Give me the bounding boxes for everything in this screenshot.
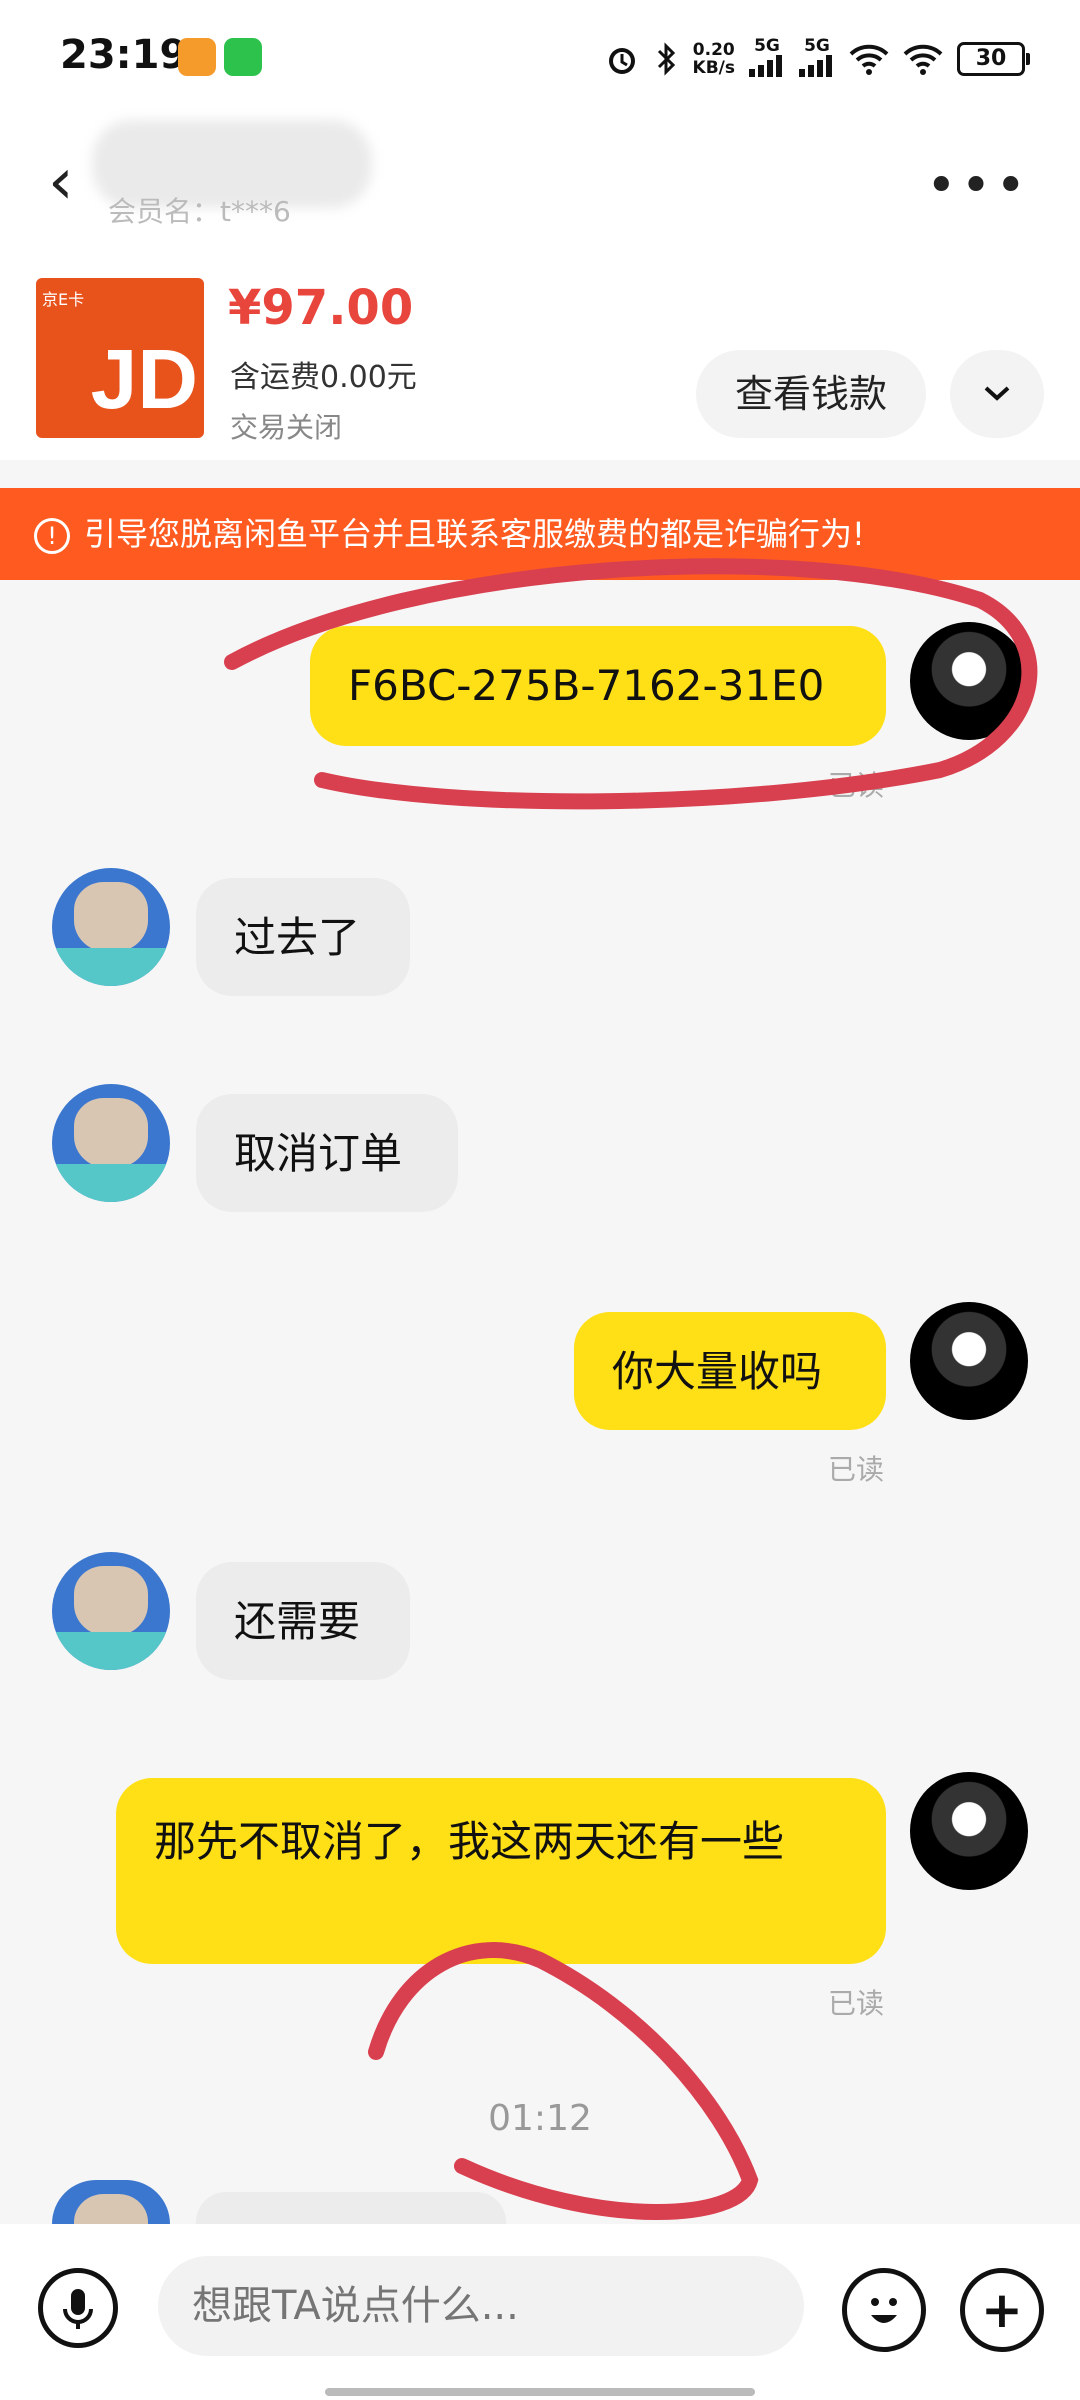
annotation-curve	[368, 1942, 759, 2220]
fraud-warning-banner: ! 引导您脱离闲鱼平台并且联系客服缴费的都是诈骗行为!	[0, 488, 1080, 580]
home-indicator[interactable]	[325, 2388, 755, 2396]
message-bubble-them[interactable]: 取消订单	[196, 1094, 458, 1212]
network-speed: 0.20 KB/s	[692, 40, 735, 78]
chat-header: ‹ 会员名：t***6 ••• 京E卡 JD ¥97.00 含运费0.00元 交…	[0, 120, 1080, 460]
shipping-info: 含运费0.00元	[230, 360, 417, 395]
signal-5g-1: 5G	[749, 37, 785, 81]
my-avatar[interactable]	[910, 622, 1028, 740]
product-image[interactable]: 京E卡 JD	[36, 278, 204, 438]
my-avatar[interactable]	[910, 1772, 1028, 1890]
emoji-icon[interactable]	[842, 2268, 926, 2352]
read-receipt: 已读	[828, 1453, 885, 1486]
alarm-icon	[608, 48, 635, 74]
product-image-tag: 京E卡	[42, 290, 85, 309]
app-notification-icon	[178, 38, 216, 76]
message-bubble-me[interactable]: F6BC-275B-7162-31E0	[310, 626, 886, 746]
message-input[interactable]	[158, 2256, 804, 2356]
wifi-icon-2	[903, 44, 943, 75]
chevron-left-icon[interactable]: ‹	[48, 150, 74, 214]
contact-avatar[interactable]	[52, 2180, 170, 2224]
message-input-bar: +	[0, 2224, 1080, 2400]
status-icons: 0.20 KB/s 5G 5G 30	[603, 34, 1030, 84]
product-price: ¥97.00	[228, 280, 414, 336]
message-timestamp: 01:12	[488, 2098, 592, 2139]
contact-avatar[interactable]	[52, 868, 170, 986]
plus-icon[interactable]: +	[960, 2268, 1044, 2352]
warning-icon: !	[34, 518, 70, 554]
read-receipt: 已读	[828, 769, 885, 802]
clock: 23:19	[60, 32, 188, 78]
wifi-icon	[849, 44, 889, 75]
view-payment-button[interactable]: 查看钱款	[696, 350, 926, 438]
wechat-icon	[224, 38, 262, 76]
message-bubble-me[interactable]: 你大量收吗	[574, 1312, 886, 1430]
warning-text: 引导您脱离闲鱼平台并且联系客服缴费的都是诈骗行为!	[84, 515, 865, 553]
message-bubble-them[interactable]: 过去了	[196, 878, 410, 996]
product-image-logo: JD	[90, 332, 198, 426]
message-bubble-me[interactable]: 那先不取消了，我这两天还有一些	[116, 1778, 886, 1964]
battery-indicator: 30	[957, 42, 1030, 76]
contact-avatar[interactable]	[52, 1084, 170, 1202]
my-avatar[interactable]	[910, 1302, 1028, 1420]
status-bar: 23:19 0.20 KB/s 5G 5G 30	[0, 0, 1080, 120]
chevron-down-icon[interactable]	[950, 350, 1044, 438]
order-status: 交易关闭	[230, 411, 343, 444]
bluetooth-icon	[657, 42, 675, 76]
member-name: 会员名：t***6	[108, 195, 291, 228]
message-bubble-them[interactable]: 还需要	[196, 1562, 410, 1680]
more-dots-icon[interactable]: •••	[926, 156, 1030, 216]
microphone-icon[interactable]	[38, 2268, 118, 2348]
signal-5g-2: 5G	[799, 37, 835, 81]
contact-avatar[interactable]	[52, 1552, 170, 1670]
read-receipt: 已读	[828, 1987, 885, 2020]
message-bubble-them[interactable]	[196, 2192, 506, 2224]
